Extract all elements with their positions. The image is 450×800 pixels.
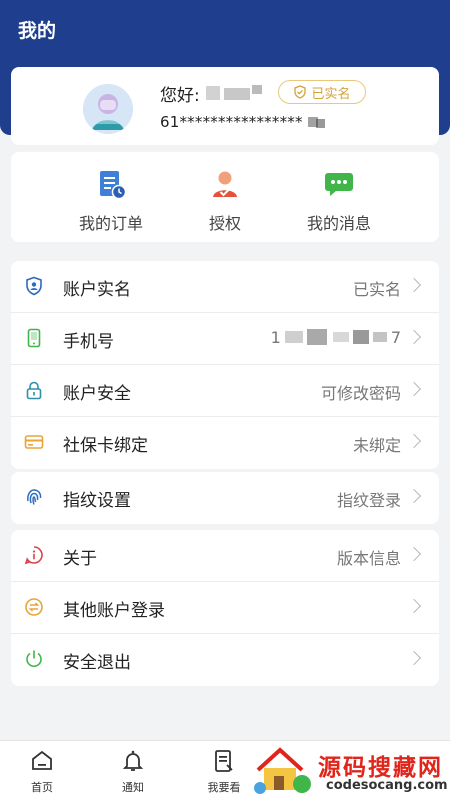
bell-icon: [122, 750, 144, 771]
document-icon: [215, 750, 233, 772]
profile-card[interactable]: 您好: 已实名 61****************: [11, 67, 439, 145]
row-real-name-value: 已实名: [352, 280, 401, 299]
row-about-value: 版本信息: [336, 549, 401, 568]
row-fingerprint[interactable]: 指纹设置 指纹登录: [11, 472, 439, 524]
row-fingerprint-value: 指纹登录: [336, 491, 401, 510]
verified-badge: 已实名: [278, 80, 366, 104]
other-settings-group: 关于 版本信息 其他账户登录 安全退出: [11, 530, 439, 686]
verified-badge-label: 已实名: [311, 86, 351, 102]
order-doc-icon: [100, 171, 127, 200]
card-icon: [24, 435, 44, 449]
switch-account-icon: [25, 598, 43, 616]
row-social-card-value: 未绑定: [352, 436, 401, 455]
my-orders-button[interactable]: 我的订单: [51, 162, 171, 238]
chevron-right-icon: [406, 381, 422, 397]
tab-home[interactable]: 首页: [12, 747, 72, 797]
my-orders-label: 我的订单: [78, 214, 143, 233]
row-account-security[interactable]: 账户安全 可修改密码: [11, 365, 439, 417]
watermark: 源码搜藏网 codesocang.com: [248, 740, 450, 800]
person-check-icon: [213, 171, 237, 197]
page-title: 我的: [18, 20, 57, 42]
row-about[interactable]: 关于 版本信息: [11, 530, 439, 582]
chevron-right-icon: [406, 598, 422, 614]
row-social-card[interactable]: 社保卡绑定 未绑定: [11, 417, 439, 469]
id-number-text: 61****************: [160, 113, 303, 131]
row-phone[interactable]: 手机号 1 7: [11, 313, 439, 365]
chevron-right-icon: [406, 433, 422, 449]
chevron-right-icon: [406, 277, 422, 293]
fingerprint-group: 指纹设置 指纹登录: [11, 472, 439, 524]
row-other-login-label: 其他账户登录: [63, 601, 165, 621]
row-other-login[interactable]: 其他账户登录: [11, 582, 439, 634]
shield-id-icon: [26, 276, 42, 296]
row-social-card-label: 社保卡绑定: [63, 436, 148, 456]
row-about-label: 关于: [63, 549, 97, 569]
authorize-button[interactable]: 授权: [165, 162, 285, 238]
row-fingerprint-label: 指纹设置: [63, 491, 131, 511]
lock-icon: [26, 381, 42, 400]
home-icon: [32, 750, 52, 770]
greeting-text: 您好:: [160, 86, 200, 106]
row-account-security-value: 可修改密码: [320, 384, 401, 403]
chevron-right-icon: [406, 329, 422, 345]
phone-suffix: 7: [390, 328, 401, 347]
watermark-subtitle: codesocang.com: [326, 778, 448, 793]
account-settings-group: 账户实名 已实名 手机号 1 7 账户安全 可修改密码 社保卡绑定 未绑定: [11, 261, 439, 469]
row-phone-value: 1 7: [271, 328, 401, 347]
shield-check-icon: [294, 85, 307, 99]
tab-home-label: 首页: [31, 781, 53, 794]
my-messages-label: 我的消息: [306, 214, 371, 233]
row-logout-label: 安全退出: [63, 653, 131, 673]
chevron-right-icon: [406, 488, 422, 504]
fingerprint-icon: [27, 489, 42, 505]
row-phone-label: 手机号: [63, 332, 114, 352]
chat-bubble-icon: [325, 173, 353, 196]
phone-prefix: 1: [270, 328, 281, 347]
masked-name: [206, 85, 262, 100]
my-messages-button[interactable]: 我的消息: [279, 162, 399, 238]
phone-icon: [27, 328, 41, 348]
quick-actions-card: 我的订单 授权 我的消息: [11, 152, 439, 242]
tab-watch-label: 我要看: [207, 781, 241, 794]
authorize-label: 授权: [208, 214, 241, 233]
tab-notice[interactable]: 通知: [103, 747, 163, 797]
watermark-logo: [254, 747, 311, 794]
id-number: 61****************: [160, 113, 326, 131]
row-logout[interactable]: 安全退出: [11, 634, 439, 686]
avatar[interactable]: [83, 84, 133, 134]
info-icon: [24, 546, 43, 565]
masked-phone: [284, 329, 387, 345]
row-real-name-label: 账户实名: [63, 280, 131, 300]
watermark-title: 源码搜藏网: [318, 755, 443, 781]
chevron-right-icon: [406, 650, 422, 666]
masked-id-tail: [307, 117, 325, 128]
chevron-right-icon: [406, 546, 422, 562]
tab-notice-label: 通知: [122, 781, 144, 794]
power-icon: [26, 650, 42, 667]
row-account-security-label: 账户安全: [63, 384, 131, 404]
tab-watch[interactable]: 我要看: [194, 747, 254, 797]
row-real-name[interactable]: 账户实名 已实名: [11, 261, 439, 313]
